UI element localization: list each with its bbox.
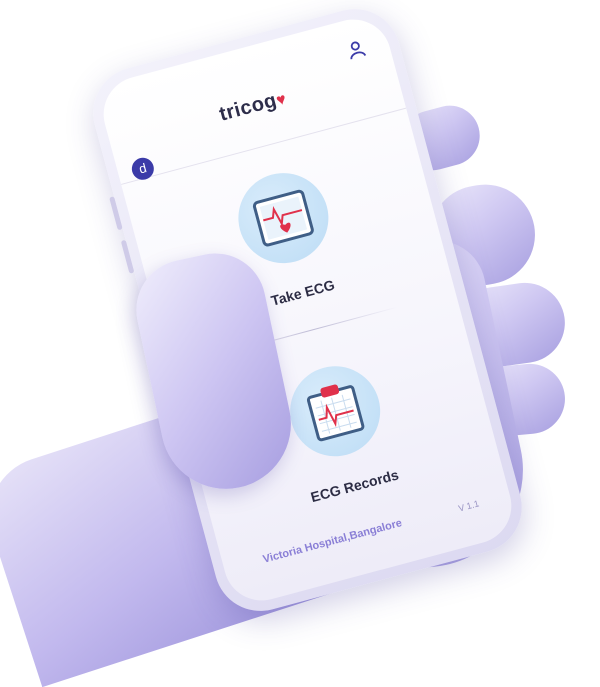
app-logo: tricog♥ [108,57,399,156]
ecg-monitor-icon [252,189,314,247]
phone-side-button [109,196,123,231]
ecg-clipboard-icon [306,384,364,442]
app-logo-text: tricog [216,89,280,126]
avatar[interactable]: d [129,155,157,183]
app-version: V 1.1 [457,498,481,514]
phone-side-button [120,239,135,274]
scene: tricog♥ d Take ECG ECG Records Victoria … [0,0,600,687]
take-ecg-tile [227,163,339,274]
hospital-location: Victoria Hospital,Bangalore [261,517,404,566]
user-icon[interactable] [345,38,367,60]
ecg-records-tile [279,356,390,467]
avatar-letter: d [137,160,149,177]
